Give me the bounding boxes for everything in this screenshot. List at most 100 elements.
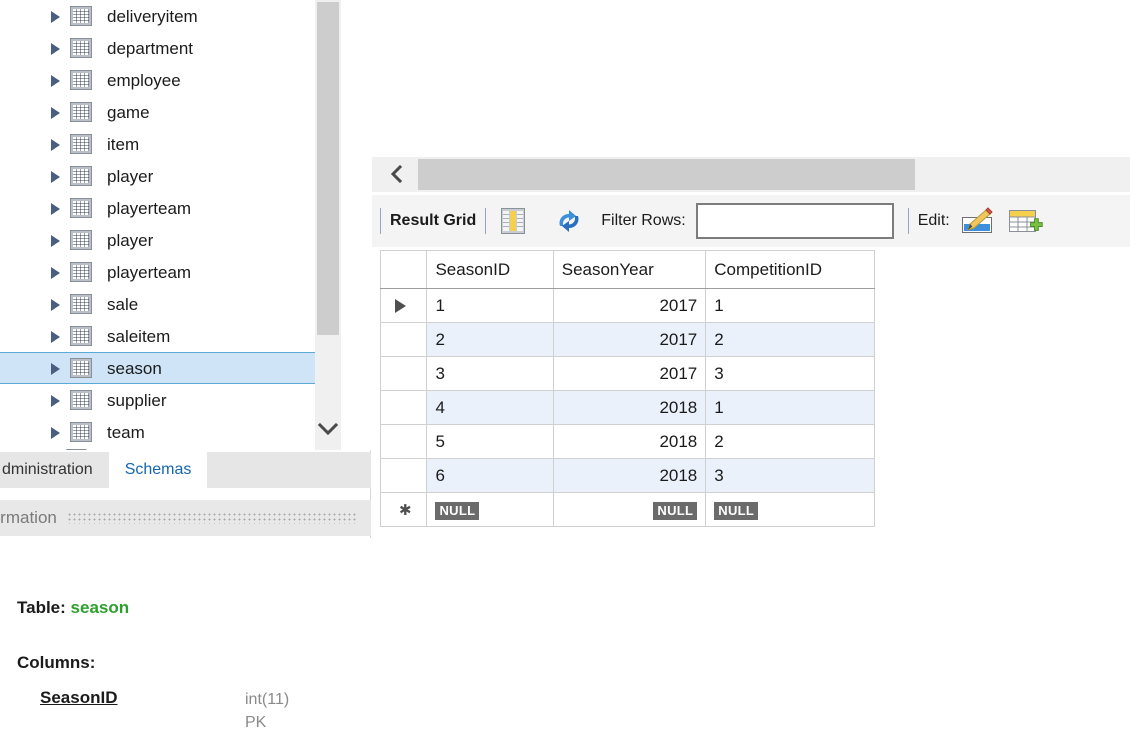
row-header-cell[interactable]	[379, 356, 428, 391]
result-area: Result Grid Filter Rows: Edit: SeasonID …	[372, 0, 1130, 746]
tree-scrollbar-thumb[interactable]	[317, 2, 339, 335]
info-columns-label: Columns:	[17, 653, 96, 672]
expand-arrow-icon[interactable]	[46, 167, 64, 185]
chevron-down-icon[interactable]	[315, 416, 341, 442]
filter-rows-input[interactable]	[695, 203, 894, 239]
add-row-icon[interactable]	[1008, 207, 1044, 235]
cell-competitionid[interactable]: 1	[705, 390, 875, 425]
table-header-row: SeasonID SeasonYear CompetitionID	[379, 250, 875, 289]
row-header-cell[interactable]	[379, 458, 428, 493]
sidebar-tab-bar[interactable]: dministration Schemas	[0, 452, 371, 488]
information-header-label: formation	[0, 508, 57, 527]
left-panel: deliveryitem department employee game item pl…	[0, 0, 371, 746]
table-icon	[70, 422, 92, 442]
cell-seasonyear[interactable]: 2018	[552, 458, 707, 493]
table-row[interactable]: 1 2017 1	[379, 288, 875, 323]
expand-arrow-icon[interactable]	[46, 39, 64, 57]
column-header-competitionid[interactable]: CompetitionID	[705, 250, 875, 289]
new-cell-seasonyear[interactable]: NULL	[552, 492, 707, 527]
horizontal-scrollbar[interactable]	[372, 157, 1130, 192]
cell-competitionid[interactable]: 2	[705, 424, 875, 459]
row-header-cell[interactable]	[379, 390, 428, 425]
grid-view-icon[interactable]	[501, 208, 526, 234]
dotted-texture	[66, 512, 357, 524]
table-row[interactable]: 5 2018 2	[379, 424, 875, 459]
expand-arrow-icon[interactable]	[46, 295, 64, 313]
table-row[interactable]: 3 2017 3	[379, 356, 875, 391]
tab-administration[interactable]: dministration	[0, 452, 109, 488]
information-panel: Table: season Columns: SeasonID int(11) PK…	[0, 538, 371, 746]
column-header-seasonyear[interactable]: SeasonYear	[552, 250, 707, 289]
expand-arrow-icon[interactable]	[46, 199, 64, 217]
table-row[interactable]: 2 2017 2	[379, 322, 875, 357]
expand-arrow-icon[interactable]	[46, 7, 64, 25]
expand-arrow-icon[interactable]	[46, 231, 64, 249]
cell-seasonid[interactable]: 3	[426, 356, 554, 391]
expand-arrow-icon[interactable]	[46, 103, 64, 121]
info-column-datatype: int(11)	[245, 691, 290, 708]
tree-vertical-scrollbar[interactable]	[315, 0, 341, 450]
cell-seasonyear[interactable]: 2017	[552, 356, 707, 391]
cell-seasonid[interactable]: 2	[426, 322, 554, 357]
tab-bar-filler	[207, 452, 371, 488]
expand-arrow-icon[interactable]	[46, 391, 64, 409]
table-row[interactable]: 4 2018 1	[379, 390, 875, 425]
cell-competitionid[interactable]: 3	[705, 356, 875, 391]
chevron-left-icon[interactable]	[382, 160, 412, 188]
tree-item-label: Vi	[103, 449, 118, 451]
refresh-icon[interactable]	[555, 208, 583, 234]
tree-item-label: season	[107, 358, 162, 378]
cell-seasonyear[interactable]: 2018	[552, 424, 707, 459]
table-icon	[70, 326, 92, 346]
null-badge: NULL	[653, 501, 698, 520]
cell-seasonid[interactable]: 6	[426, 458, 554, 493]
filter-rows-label: Filter Rows:	[601, 212, 686, 229]
result-grid-toolbar: Result Grid Filter Rows: Edit:	[372, 195, 1130, 247]
table-row[interactable]: 6 2018 3	[379, 458, 875, 493]
schema-tree[interactable]: deliveryitem department employee game item pl…	[0, 0, 371, 450]
cell-seasonid[interactable]: 1	[426, 288, 554, 323]
tab-label: Schemas	[124, 461, 192, 478]
table-icon	[70, 262, 92, 282]
cell-seasonid[interactable]: 5	[426, 424, 554, 459]
cell-seasonyear[interactable]: 2018	[552, 390, 707, 425]
result-grid-label: Result Grid	[390, 212, 477, 229]
edit-label: Edit:	[917, 212, 950, 229]
edit-pencil-icon[interactable]	[960, 207, 994, 235]
tab-schemas[interactable]: Schemas	[108, 452, 208, 488]
tree-item-label: sale	[107, 294, 139, 314]
folder-icon	[66, 449, 88, 450]
expand-arrow-icon[interactable]	[46, 263, 64, 281]
cell-seasonyear[interactable]: 2017	[552, 322, 707, 357]
cell-competitionid[interactable]: 1	[705, 288, 875, 323]
table-icon	[70, 134, 92, 154]
row-header-cell[interactable]	[379, 322, 428, 357]
table-icon	[70, 230, 92, 250]
new-row[interactable]: ✱ NULL NULL NULL	[379, 492, 875, 527]
info-table-line: Table: season	[17, 598, 129, 618]
new-row-header-cell[interactable]: ✱	[379, 492, 428, 527]
info-column-key: PK	[245, 714, 267, 732]
horizontal-scrollbar-thumb[interactable]	[418, 159, 915, 190]
expand-arrow-icon[interactable]	[46, 423, 64, 441]
expand-arrow-icon[interactable]	[46, 359, 64, 377]
info-table-label: Table:	[17, 598, 66, 617]
information-section-header[interactable]: formation	[0, 500, 371, 536]
column-header-seasonid[interactable]: SeasonID	[426, 250, 554, 289]
mysql-workbench-window: deliveryitem department employee game item pl…	[0, 0, 1130, 746]
null-badge: NULL	[714, 501, 759, 520]
tree-item-label: supplier	[107, 390, 167, 410]
expand-arrow-icon[interactable]	[46, 327, 64, 345]
expand-arrow-icon[interactable]	[46, 71, 64, 89]
new-cell-seasonid[interactable]: NULL	[426, 492, 554, 527]
cell-competitionid[interactable]: 3	[705, 458, 875, 493]
expand-arrow-icon[interactable]	[46, 135, 64, 153]
result-grid-table[interactable]: SeasonID SeasonYear CompetitionID 1 2017 1…	[379, 250, 875, 527]
cell-competitionid[interactable]: 2	[705, 322, 875, 357]
new-cell-competitionid[interactable]: NULL	[705, 492, 875, 527]
cell-seasonid[interactable]: 4	[426, 390, 554, 425]
row-header-cell[interactable]	[379, 288, 428, 323]
row-header-cell[interactable]	[379, 424, 428, 459]
cell-seasonyear[interactable]: 2017	[552, 288, 707, 323]
tree-item-season[interactable]: season	[0, 352, 336, 384]
